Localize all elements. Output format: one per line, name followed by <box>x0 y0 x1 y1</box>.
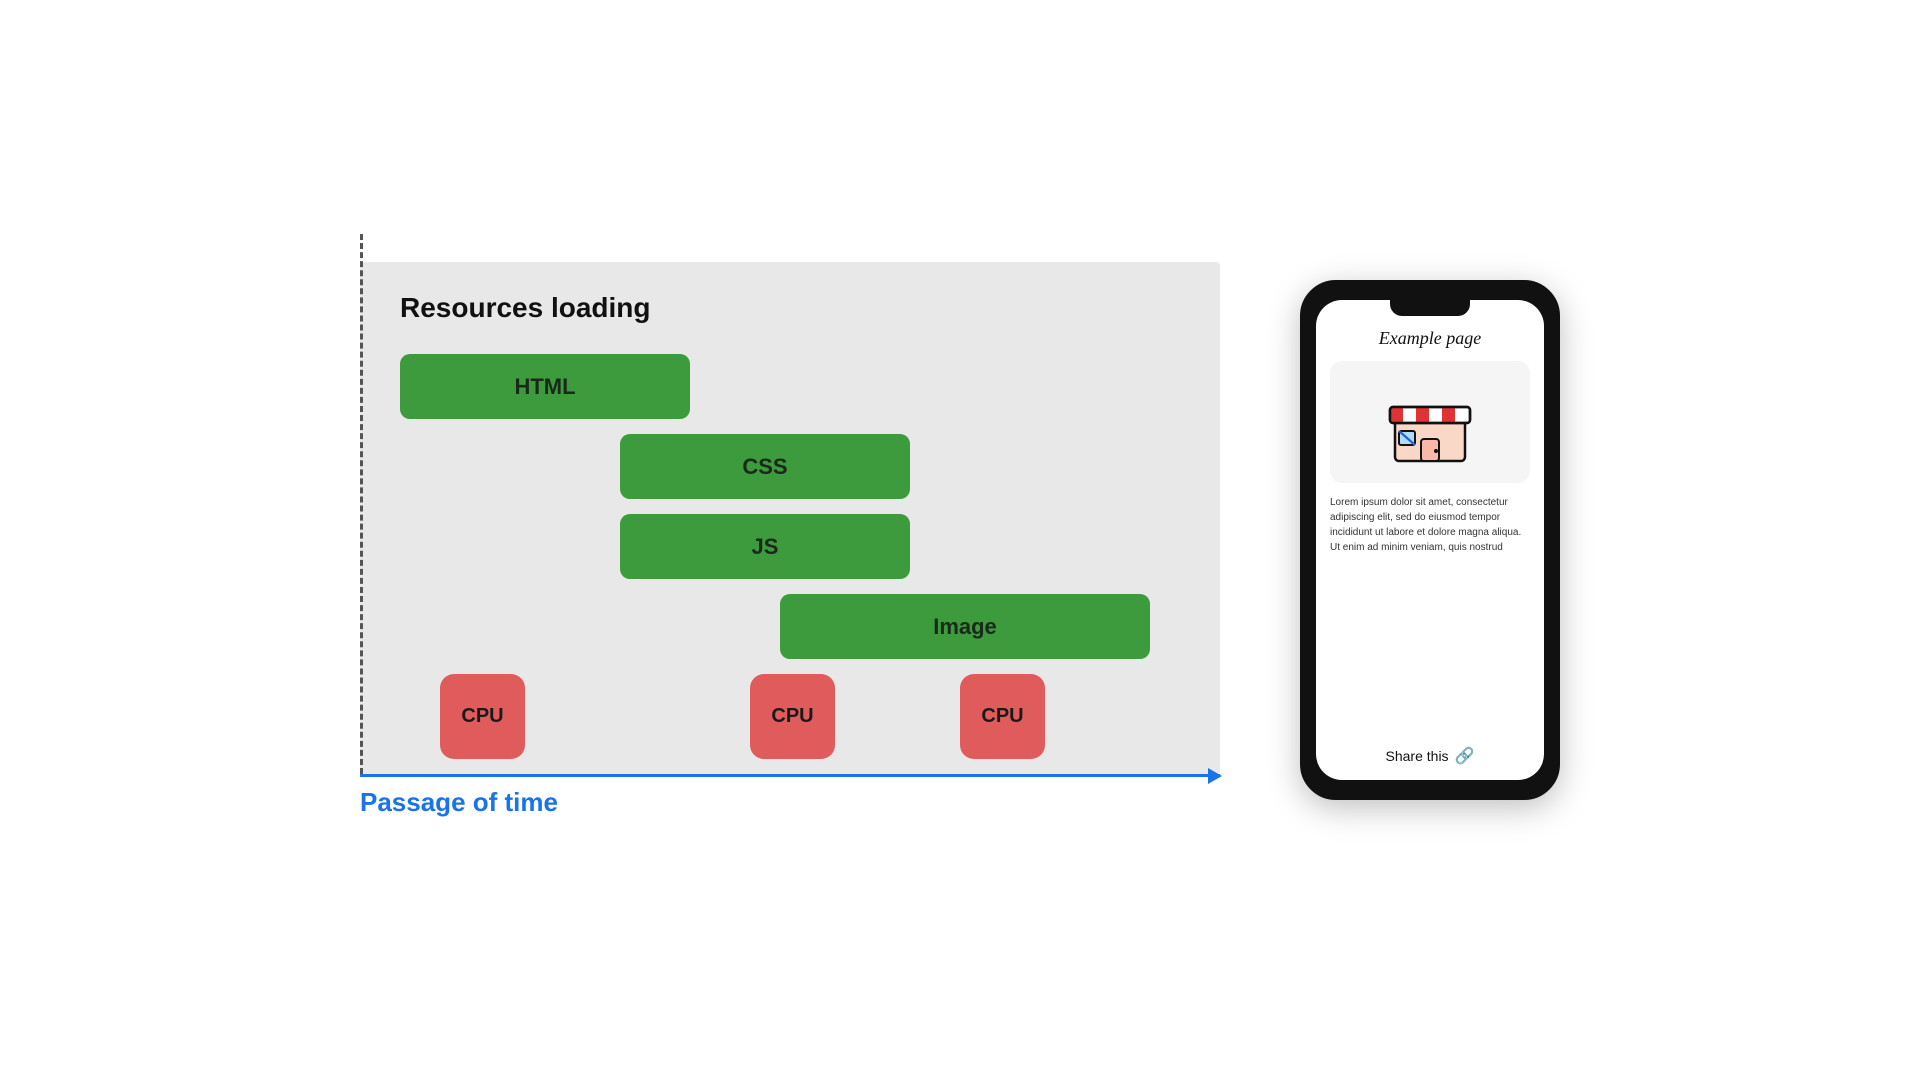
js-bar: JS <box>620 514 910 579</box>
time-label: Passage of time <box>360 787 1220 818</box>
time-arrow <box>360 774 1220 777</box>
phone-screen: Example page <box>1316 300 1544 780</box>
time-axis-section: Passage of time <box>360 774 1220 818</box>
phone-notch <box>1390 300 1470 316</box>
main-container: Resources loading HTML CSS JS Image <box>0 0 1920 1080</box>
share-row[interactable]: Share this 🔗 <box>1386 746 1475 766</box>
diagram-box: Resources loading HTML CSS JS Image <box>360 262 1220 774</box>
phone-frame: Example page <box>1300 280 1560 800</box>
phone-title: Example page <box>1379 328 1481 349</box>
cpu-box-2: CPU <box>750 674 835 759</box>
link-icon: 🔗 <box>1455 746 1475 766</box>
css-bar: CSS <box>620 434 910 499</box>
cpu-box-1: CPU <box>440 674 525 759</box>
phone-section: Example page <box>1300 280 1560 800</box>
phone-body-text: Lorem ipsum dolor sit amet, consectetur … <box>1330 495 1530 555</box>
dashed-vertical-line <box>360 234 363 774</box>
diagram-section: Resources loading HTML CSS JS Image <box>360 262 1220 818</box>
cpu-box-3: CPU <box>960 674 1045 759</box>
store-illustration <box>1385 377 1475 467</box>
share-label[interactable]: Share this <box>1386 748 1449 764</box>
phone-image-card <box>1330 361 1530 483</box>
resources-area: HTML CSS JS Image CPU C <box>400 354 1180 734</box>
diagram-title: Resources loading <box>400 292 1180 324</box>
image-bar: Image <box>780 594 1150 659</box>
html-bar: HTML <box>400 354 690 419</box>
